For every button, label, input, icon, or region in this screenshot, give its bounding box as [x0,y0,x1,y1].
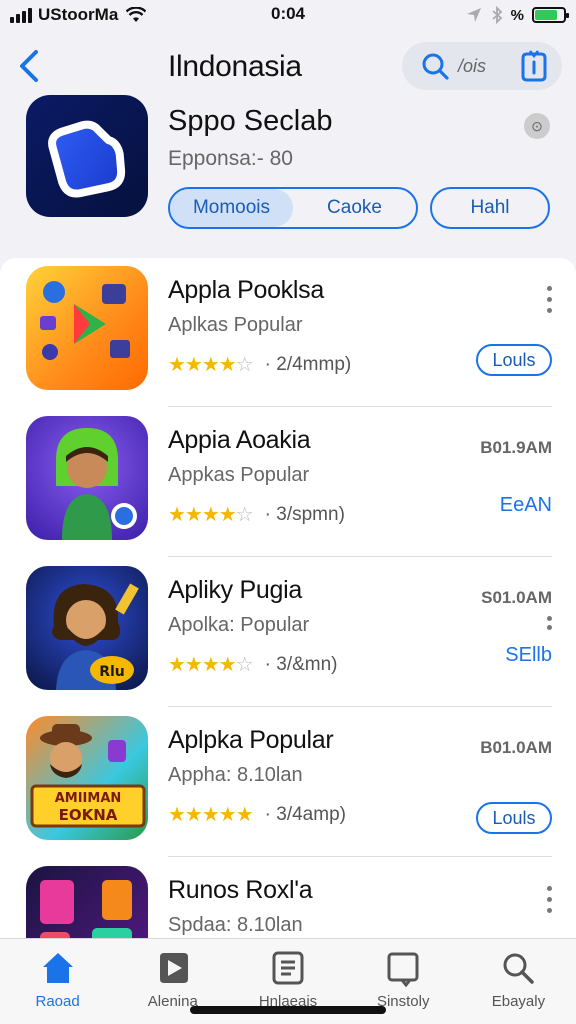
divider [168,706,552,707]
rating-count: · 3/spmn) [264,503,345,525]
divider [168,406,552,407]
app-category: Spdaa: 8.10lan [168,914,303,936]
square-icon [387,952,419,987]
app-icon[interactable] [26,95,148,217]
icon-badge-text: Rlu [99,664,125,680]
more-dots-icon[interactable] [546,886,552,913]
list-item[interactable]: Appla Pooklsa Aplkas Popular ★★★★☆ · 2/4… [0,258,576,408]
rating-count: · 3/4amp) [264,803,346,825]
tab-bar: Raoad Alenina Hnlaeais Sinstoly Ebayaly [0,938,576,1024]
app-icon-thumbnail [26,266,148,390]
home-indicator[interactable] [190,1006,386,1014]
list-item[interactable]: Appia Aoakia Appkas Popular ★★★★☆ · 3/sp… [0,408,576,558]
search-icon [422,53,449,80]
get-button[interactable]: Louls [476,344,552,376]
rating: ★★★★★ · 3/4amp) [168,802,346,827]
divider [168,556,552,557]
list-item[interactable]: AMIIMAN EOKNA Aplpka Popular Appha: 8.10… [0,708,576,858]
home-icon [42,953,73,983]
app-subtitle: Epponsa:- 80 [168,147,293,170]
battery-icon [532,7,569,23]
segment-momoois[interactable]: Momoois [170,189,293,227]
tab-raoad[interactable]: Raoad [0,939,115,1024]
star-rating-icon: ★★★★☆ [168,354,254,376]
carrier-label: UStoorMa [38,5,119,24]
screen: UStoorMa 0:04 % Ilndonasia /ois Sppo Sec… [0,0,576,1024]
more-dots-icon[interactable] [546,616,552,630]
rating: ★★★★☆ · 3/spmn) [168,502,345,527]
action-link[interactable]: EeAN [500,494,552,517]
search-icon [503,953,535,984]
folder-logo-icon [48,120,126,198]
location-icon [466,8,481,22]
app-icon-thumbnail: AMIIMAN EOKNA [26,716,148,840]
character-avatar-icon [56,428,137,540]
status-bar: UStoorMa 0:04 % [0,0,576,30]
star-rating-icon: ★★★★★ [168,804,254,826]
update-time: B01.9AM [480,438,552,457]
app-icon-thumbnail: Rlu [26,566,148,690]
divider [168,856,552,857]
page-title: Ilndonasia [168,50,302,83]
document-icon [272,951,304,985]
share-icon[interactable] [516,48,552,84]
update-time: S01.0AM [481,588,552,607]
segment-caoke[interactable]: Caoke [293,189,416,227]
play-icon [159,953,188,983]
more-dots-icon[interactable] [546,286,552,313]
icon-banner-text: AMIIMAN [55,791,122,806]
play-games-icon [40,281,130,360]
get-button[interactable]: Louls [476,802,552,834]
app-list: Appla Pooklsa Aplkas Popular ★★★★☆ · 2/4… [0,258,576,990]
action-link[interactable]: SEllb [505,644,552,667]
app-category: Appha: 8.10lan [168,764,303,786]
segmented-control: Momoois Caoke [168,187,418,229]
app-title: Appla Pooklsa [168,276,324,304]
star-rating-icon: ★★★★☆ [168,654,254,676]
app-title: Apliky Pugia [168,576,302,604]
percent-glyph: % [510,6,524,24]
rating-count: · 3/&mn) [264,653,338,675]
search-text: /ois [458,55,487,76]
more-options-icon[interactable]: ⊙ [524,113,550,139]
app-header: Sppo Seclab Epponsa:- 80 ⊙ Momoois Caoke… [0,95,576,245]
star-rating-icon: ★★★★☆ [168,504,254,526]
status-right: % [465,6,569,24]
adventurer-icon: AMIIMAN EOKNA [30,724,146,828]
back-chevron-icon[interactable] [14,46,44,86]
app-title: Appia Aoakia [168,426,311,454]
app-title: Runos Roxl'a [168,876,313,904]
tab-ebayaly[interactable]: Ebayaly [461,939,576,1024]
app-name: Sppo Seclab [168,105,333,137]
app-category: Appkas Popular [168,464,310,486]
signal-icon [10,7,32,23]
bearded-man-icon: Rlu [52,583,139,690]
app-title: Aplpka Popular [168,726,334,754]
list-item[interactable]: Rlu Apliky Pugia Apolka: Popular ★★★★☆ ·… [0,558,576,708]
app-category: Apolka: Popular [168,614,310,636]
app-icon-thumbnail [26,416,148,540]
update-time: B01.0AM [480,738,552,757]
bluetooth-icon [492,6,502,24]
rating: ★★★★☆ · 3/&mn) [168,652,338,677]
hahl-button[interactable]: Hahl [430,187,550,229]
app-category: Aplkas Popular [168,314,303,336]
wifi-icon [126,7,147,22]
icon-banner-text: EOKNA [59,806,118,824]
rating-count: · 2/4mmp) [264,353,352,375]
rating: ★★★★☆ · 2/4mmp) [168,352,351,377]
navigation-bar: Ilndonasia /ois [0,38,576,94]
